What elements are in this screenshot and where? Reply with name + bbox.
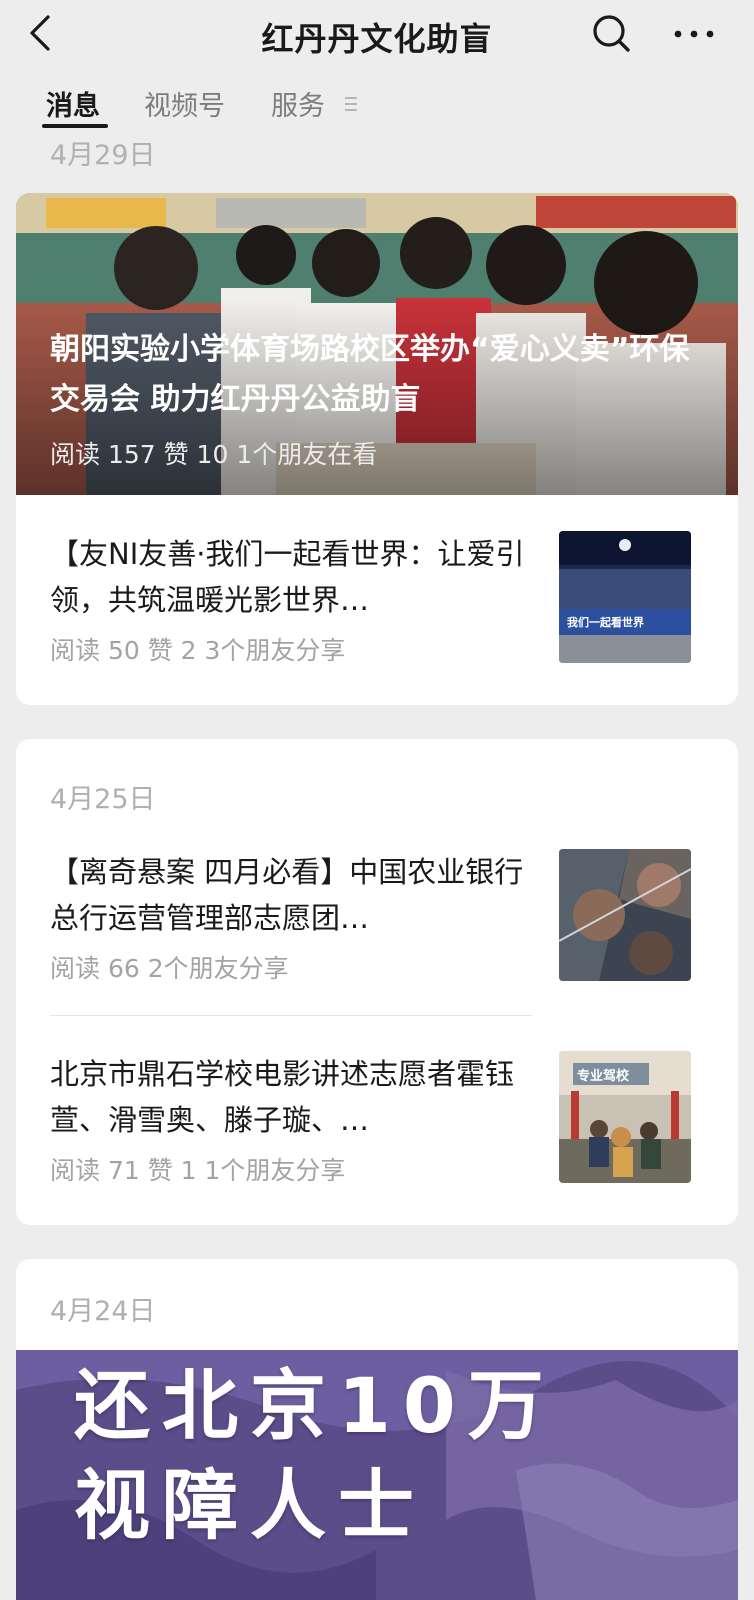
date-label: 4月24日 [50, 1296, 156, 1327]
search-icon [593, 15, 630, 52]
featured-article-meta: 阅读 157 赞 10 1个朋友在看 [50, 440, 378, 469]
account-title: 红丹丹文化助盲 [261, 20, 493, 58]
article-title: 【离奇悬案 四月必看】中国农业银行总行运营管理部志愿团… [50, 855, 524, 935]
tab-channels[interactable]: 视频号 [144, 84, 225, 123]
article-thumbnail: 我们一起看世界 [559, 531, 691, 663]
featured-article-title: 朝阳实验小学体育场路校区举办“爱心义卖”环保交易会 助力红丹丹公益助盲 [50, 332, 690, 417]
article-title: 【友NI友善·我们一起看世界：让爱引领，共筑温暖光影世界… [50, 537, 525, 617]
article-meta: 阅读 66 2个朋友分享 [50, 954, 289, 983]
article-meta: 阅读 71 赞 1 1个朋友分享 [50, 1156, 346, 1185]
message-card: 4月24日 还北京10万 视障人士 [16, 1259, 738, 1600]
article-item[interactable]: 【离奇悬案 四月必看】中国农业银行总行运营管理部志愿团… 阅读 66 2个朋友分… [50, 849, 700, 989]
article-divider [50, 1015, 532, 1016]
message-card: 朝阳实验小学体育场路校区举办“爱心义卖”环保交易会 助力红丹丹公益助盲 阅读 1… [16, 193, 738, 705]
banner-headline-line2: 视障人士 [74, 1461, 426, 1550]
menu-lines-icon [345, 97, 357, 111]
article-item[interactable]: 北京市鼎石学校电影讲述志愿者霍钰萱、滑雪奥、滕子璇、… 阅读 71 赞 1 1个… [50, 1051, 700, 1191]
more-dots-icon [674, 30, 714, 38]
article-item[interactable]: 【友NI友善·我们一起看世界：让爱引领，共筑温暖光影世界… 阅读 50 赞 2 … [50, 531, 700, 671]
article-thumbnail: 专业驾校 [559, 1051, 691, 1183]
date-label: 4月29日 [50, 140, 156, 171]
tab-bar: 消息 视频号 服务 [0, 78, 754, 130]
article-thumbnail [559, 849, 691, 981]
banner-headline-line1: 还北京10万 [74, 1361, 556, 1450]
featured-article[interactable]: 朝阳实验小学体育场路校区举办“爱心义卖”环保交易会 助力红丹丹公益助盲 阅读 1… [16, 193, 738, 495]
message-card: 4月25日 【离奇悬案 四月必看】中国农业银行总行运营管理部志愿团… 阅读 66… [16, 739, 738, 1225]
article-title: 北京市鼎石学校电影讲述志愿者霍钰萱、滑雪奥、滕子璇、… [50, 1057, 515, 1137]
article-thumbnail-caption: 我们一起看世界 [567, 615, 644, 629]
featured-article[interactable]: 还北京10万 视障人士 [16, 1350, 738, 1600]
tab-messages[interactable]: 消息 [46, 84, 100, 123]
more-button[interactable] [672, 18, 716, 50]
article-thumbnail-caption: 专业驾校 [577, 1068, 630, 1084]
top-bar: 红丹丹文化助盲 [0, 0, 754, 75]
search-button[interactable] [590, 12, 634, 56]
date-label: 4月25日 [50, 784, 156, 815]
tab-services[interactable]: 服务 [271, 84, 325, 123]
article-meta: 阅读 50 赞 2 3个朋友分享 [50, 636, 346, 665]
active-tab-indicator [42, 124, 108, 128]
